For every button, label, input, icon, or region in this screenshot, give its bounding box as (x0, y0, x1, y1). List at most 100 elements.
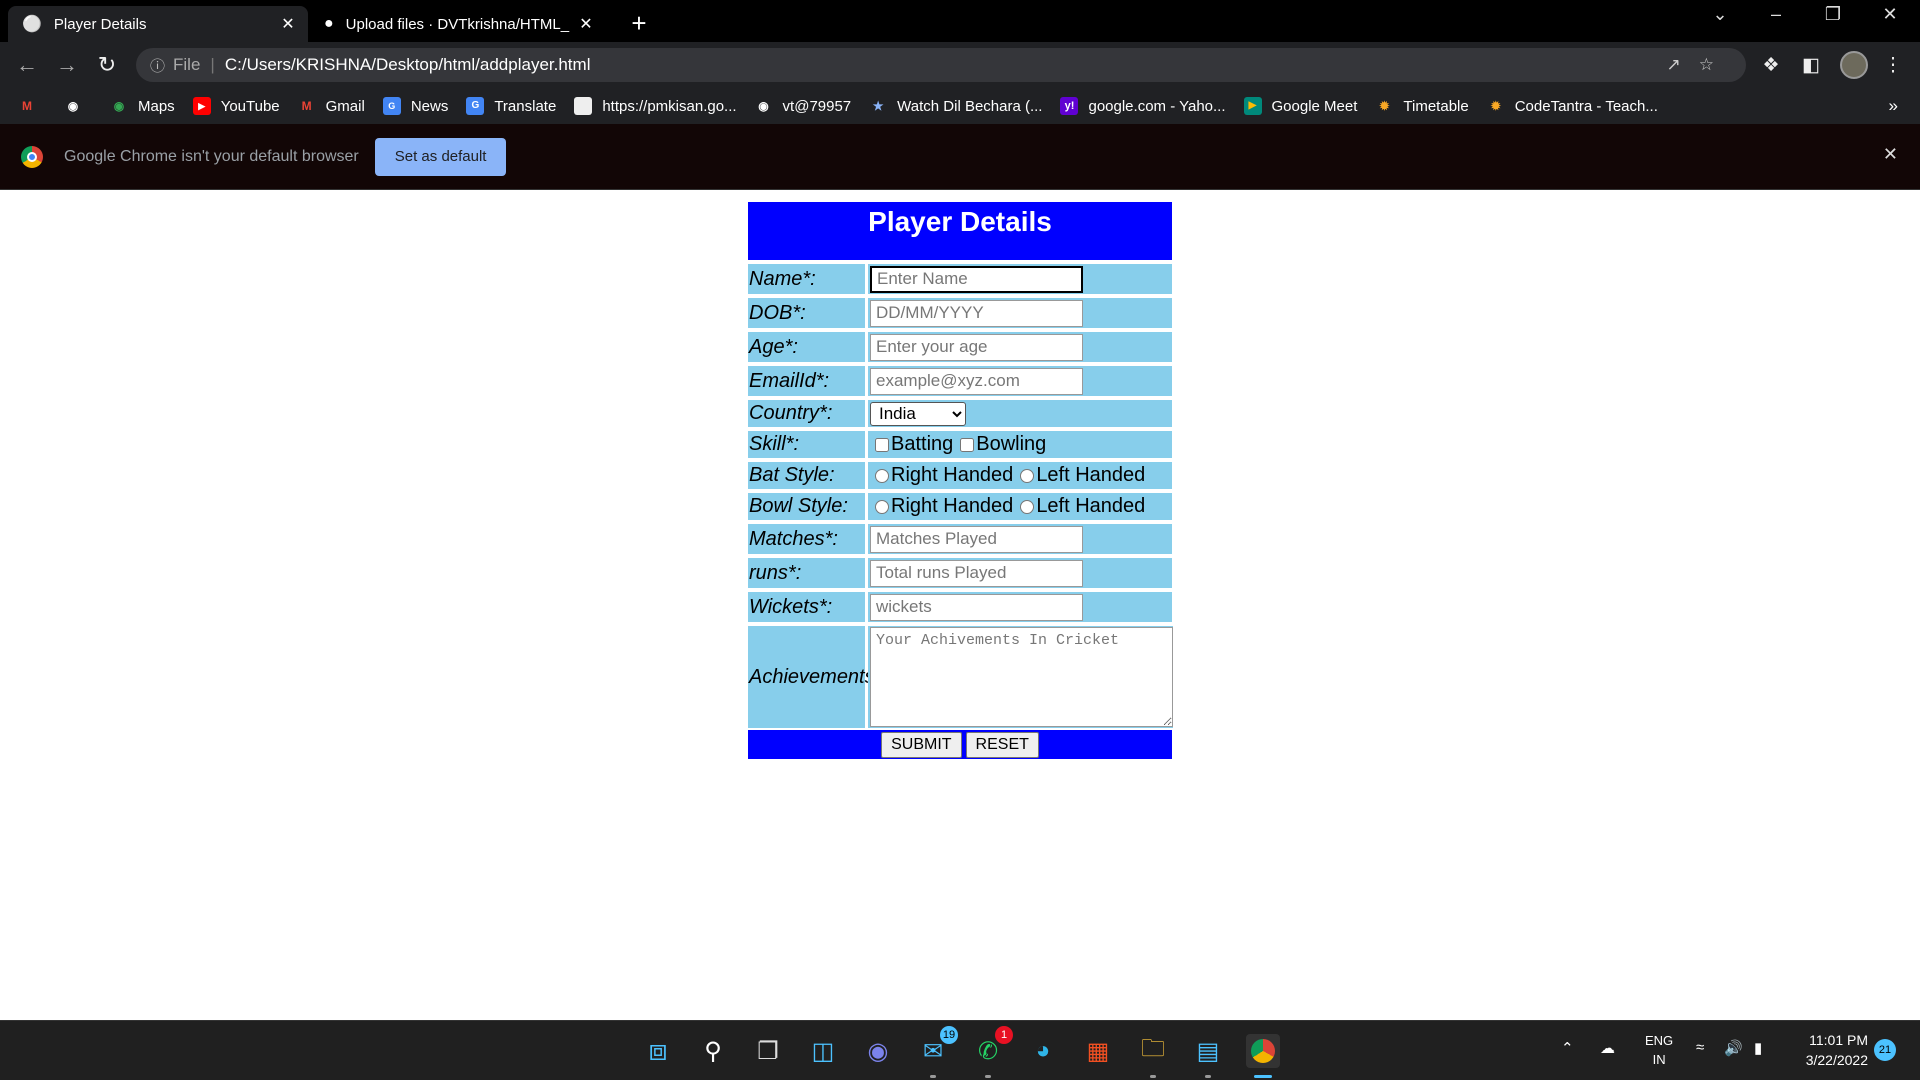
edge-icon[interactable]: ◕ (1026, 1034, 1060, 1068)
bat-right-radio[interactable] (875, 468, 889, 483)
age-input[interactable] (870, 333, 1083, 361)
task-view-icon[interactable]: ❐ (751, 1034, 785, 1068)
menu-icon[interactable]: ⋮ (1880, 54, 1906, 77)
chat-icon[interactable]: ◉ (861, 1034, 895, 1068)
new-tab-button[interactable]: + (624, 8, 654, 39)
bookmark-codetantra[interactable]: ✹ CodeTantra - Teach... (1487, 97, 1658, 115)
runs-input[interactable] (870, 559, 1083, 587)
running-indicator (985, 1075, 991, 1078)
dob-cell (868, 298, 1172, 328)
achievements-textarea[interactable] (870, 627, 1173, 727)
set-as-default-button[interactable]: Set as default (374, 137, 507, 176)
matches-cell (868, 524, 1172, 554)
running-indicator (1150, 1075, 1156, 1078)
bookmark-meet[interactable]: ▶ Google Meet (1243, 97, 1357, 115)
extensions-icon[interactable]: ❖ (1758, 54, 1784, 77)
bookmark-gmail-2[interactable]: M Gmail (298, 97, 365, 115)
bookmark-maps[interactable]: ◉ Maps (110, 97, 175, 115)
globe-icon: ⚪ (22, 16, 42, 33)
window-close-button[interactable]: ✕ (1870, 4, 1910, 25)
tab-upload-files[interactable]: ● Upload files · DVTkrishna/HTML_ ✕ (310, 6, 606, 42)
bookmark-label: News (410, 97, 449, 115)
name-input[interactable] (870, 265, 1083, 293)
language-indicator[interactable]: ENG IN (1645, 1031, 1673, 1069)
globe-icon: ◉ (758, 99, 769, 113)
file-explorer-icon[interactable]: 🗀 (1136, 1034, 1170, 1078)
bookmark-gmail[interactable]: M (18, 97, 46, 115)
matches-input[interactable] (870, 525, 1083, 553)
close-icon[interactable]: ✕ (278, 14, 298, 34)
forward-button[interactable]: → (52, 52, 82, 78)
address-bar[interactable]: ⓘ File | C:/Users/KRISHNA/Desktop/html/a… (136, 48, 1746, 82)
search-icon[interactable]: ⚲ (696, 1034, 730, 1068)
chrome-taskbar-icon[interactable] (1246, 1034, 1280, 1078)
bookmark-dil-bechara[interactable]: ★ Watch Dil Bechara (... (869, 97, 1043, 115)
submit-button[interactable]: SUBMIT (881, 731, 962, 758)
reload-button[interactable]: ↻ (92, 52, 122, 78)
email-input[interactable] (870, 367, 1083, 395)
show-hidden-icons[interactable]: ⌃ (1561, 1039, 1574, 1057)
notepad-icon[interactable]: ▤ (1191, 1034, 1225, 1078)
dob-input[interactable] (870, 299, 1083, 327)
widgets-icon[interactable]: ◫ (806, 1034, 840, 1068)
bookmark-vt[interactable]: ◉ vt@79957 (755, 97, 851, 115)
minimize-button[interactable]: – (1756, 4, 1796, 25)
reset-button[interactable]: RESET (965, 731, 1039, 758)
start-icon[interactable]: ⧈ (641, 1034, 675, 1068)
bookmarks-bar: M ◉ ◉ Maps ▶ YouTube M Gmail G News G Transla… (0, 88, 1920, 124)
close-icon[interactable]: ✕ (1883, 144, 1898, 165)
bowl-left-radio[interactable] (1020, 499, 1035, 514)
runs-cell (868, 558, 1172, 588)
region-code: IN (1652, 1052, 1666, 1067)
bookmark-yahoo[interactable]: y! google.com - Yaho... (1060, 97, 1226, 115)
bookmarks-overflow-icon[interactable]: » (1889, 96, 1898, 116)
bowl-right-radio[interactable] (875, 499, 889, 514)
bookmark-youtube[interactable]: ▶ YouTube (192, 97, 280, 115)
battery-icon[interactable]: ▮ (1754, 1039, 1762, 1057)
maps-icon: ◉ (113, 99, 125, 113)
bowl-style-cell: Right Handed Left Handed (868, 493, 1172, 520)
clock[interactable]: 11:01 PM 3/22/2022 (1796, 1030, 1868, 1070)
name-cell (868, 264, 1172, 294)
tab-player-details[interactable]: ⚪ Player Details ✕ (8, 6, 308, 42)
bat-left-radio[interactable] (1020, 468, 1035, 483)
store-icon[interactable]: ▦ (1081, 1034, 1115, 1068)
info-icon[interactable]: ⓘ (150, 55, 165, 76)
batting-label: Batting (891, 433, 954, 455)
chrome-icon (21, 145, 43, 168)
bookmark-pmkisan[interactable]: https://pmkisan.go... (574, 97, 737, 115)
notification-badge[interactable]: 21 (1874, 1039, 1896, 1061)
wickets-input[interactable] (870, 593, 1083, 621)
volume-icon[interactable]: 🔊 (1724, 1039, 1743, 1057)
bookmark-label: Translate (494, 97, 557, 115)
achievements-label: Achievements: (748, 626, 880, 728)
bat-right-label: Right Handed (891, 464, 1014, 486)
whatsapp-icon[interactable]: ✆ 1 (971, 1026, 1013, 1078)
bowl-style-label: Bowl Style: (748, 493, 865, 520)
bat-style-cell: Right Handed Left Handed (868, 462, 1172, 489)
bowling-checkbox[interactable] (960, 437, 975, 452)
bowl-style-row: Bowl Style: Right Handed Left Handed (748, 493, 1172, 520)
restore-button[interactable]: ❐ (1813, 4, 1853, 25)
bookmark-timetable[interactable]: ✹ Timetable (1375, 97, 1468, 115)
country-select[interactable]: India (870, 401, 966, 426)
bookmark-label: google.com - Yaho... (1088, 97, 1226, 115)
gmail-icon: M (22, 99, 32, 113)
mail-icon[interactable]: ✉ 19 (916, 1026, 958, 1078)
bookmark-news[interactable]: G News (382, 97, 449, 115)
tab-title: Upload files · DVTkrishna/HTML_ (345, 15, 570, 33)
batting-checkbox[interactable] (875, 437, 889, 452)
onedrive-icon[interactable]: ☁ (1600, 1039, 1615, 1057)
share-star-icons[interactable]: ↗☆ (1667, 55, 1732, 75)
skill-label: Skill*: (748, 431, 865, 458)
back-button[interactable]: ← (12, 52, 42, 78)
bookmark-globe[interactable]: ◉ (64, 97, 92, 115)
url-text: C:/Users/KRISHNA/Desktop/html/addplayer.… (224, 55, 591, 74)
wifi-icon[interactable]: ≈ (1696, 1039, 1704, 1056)
tab-search-icon[interactable]: ⌄ (1700, 4, 1740, 25)
bookmark-translate[interactable]: G Translate (466, 97, 556, 115)
side-panel-icon[interactable]: ◧ (1798, 54, 1824, 77)
close-icon[interactable]: ✕ (576, 14, 596, 34)
bookmark-label: CodeTantra - Teach... (1514, 97, 1658, 115)
avatar[interactable] (1840, 51, 1868, 79)
